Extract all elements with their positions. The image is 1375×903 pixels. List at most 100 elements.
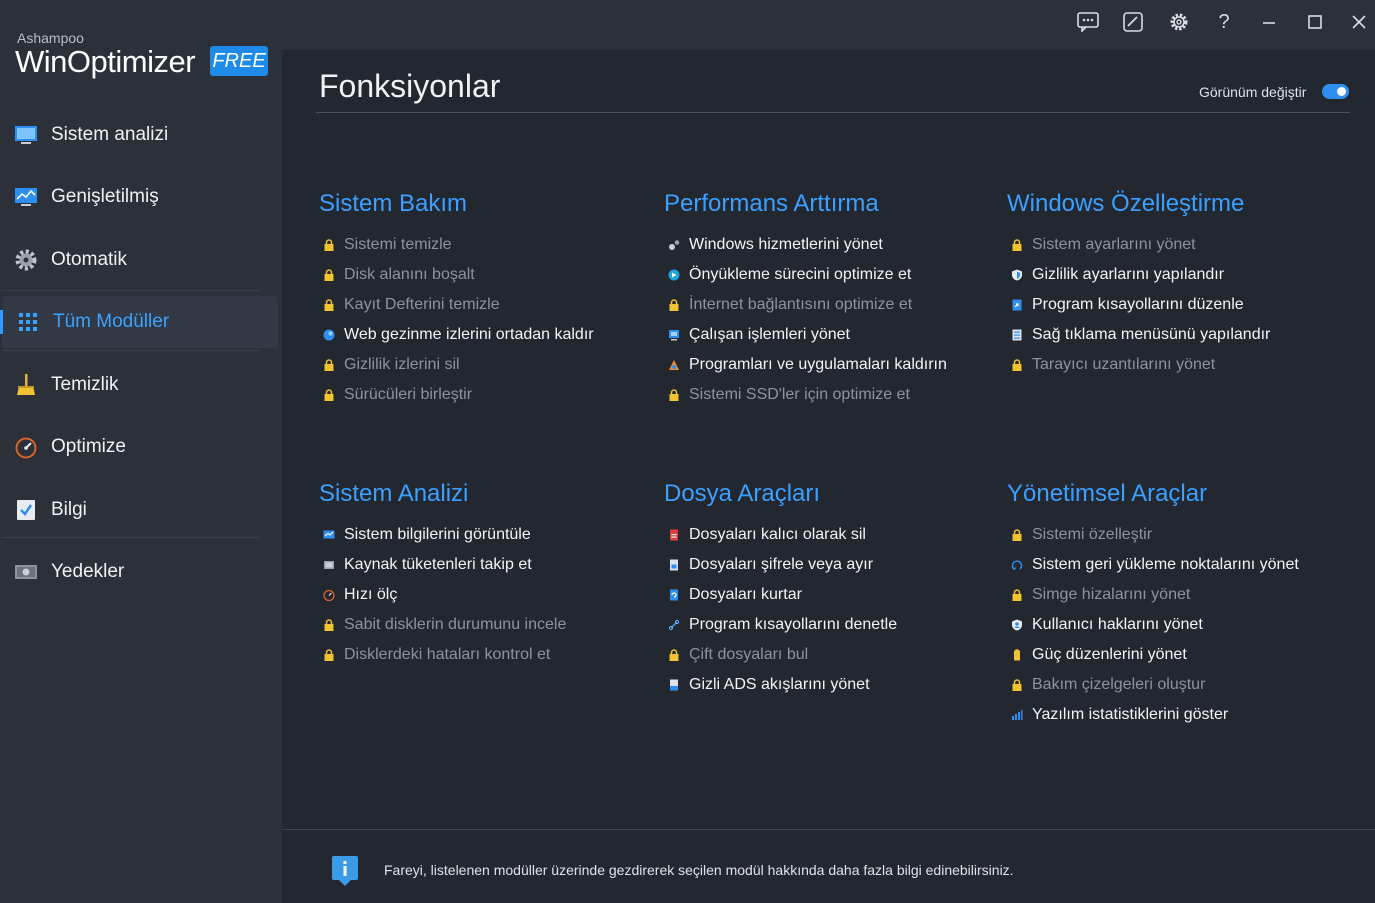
module-label: Sabit disklerin durumunu incele bbox=[344, 616, 567, 633]
footer-hint: Fareyi, listelenen modüller üzerinde gez… bbox=[384, 862, 1014, 878]
shield-icon bbox=[1012, 269, 1022, 281]
module-hizi-olc[interactable]: Hızı ölç bbox=[319, 580, 566, 610]
sidebar-item-sistem-analizi[interactable]: Sistem analizi bbox=[0, 109, 282, 161]
sidebar-item-temizlik[interactable]: Temizlik bbox=[0, 359, 282, 411]
module-label: Sürücüleri birleştir bbox=[344, 386, 473, 403]
module-list: Sistem bilgilerini görüntüle Kaynak tüket… bbox=[319, 520, 566, 670]
module-onyukleme-surecini-optimize-et[interactable]: Önyükleme sürecini optimize et bbox=[664, 260, 947, 290]
module-sag-tiklama-menusunu-yapilandir[interactable]: Sağ tıklama menüsünü yapılandır bbox=[1007, 320, 1270, 350]
module-web-gezinme-izlerini-ortadan-kaldir[interactable]: Web gezinme izlerini ortadan kaldır bbox=[319, 320, 594, 350]
boot-icon bbox=[668, 269, 680, 281]
module-sistem-bilgilerini-goruntule[interactable]: Sistem bilgilerini görüntüle bbox=[319, 520, 566, 550]
free-badge: FREE bbox=[210, 46, 268, 76]
minimize-button[interactable] bbox=[1254, 8, 1284, 36]
feedback-button[interactable] bbox=[1073, 8, 1103, 36]
module-calisan-islemleri-yonet[interactable]: Çalışan işlemleri yönet bbox=[664, 320, 947, 350]
module-yazilim-istatistiklerini-goster[interactable]: Yazılım istatistiklerini göster bbox=[1007, 700, 1299, 730]
module-label: Gizlilik ayarlarını yapılandır bbox=[1032, 266, 1225, 283]
feedback-icon bbox=[1077, 12, 1099, 32]
module-label: Çift dosyaları bul bbox=[689, 646, 809, 663]
help-button[interactable]: ? bbox=[1209, 8, 1239, 36]
module-cift-dosyalari-bul[interactable]: Çift dosyaları bul bbox=[664, 640, 897, 670]
chart-monitor-icon bbox=[15, 188, 37, 206]
stats-icon bbox=[1012, 710, 1023, 720]
lock-icon bbox=[1012, 589, 1022, 601]
module-list: Windows hizmetlerini yönet Önyükleme süre… bbox=[664, 230, 947, 410]
sidebar-item-tum-moduller[interactable]: Tüm Modüller bbox=[0, 296, 278, 348]
lock-icon bbox=[669, 389, 679, 401]
module-bakim-cizelgeleri-olustur[interactable]: Bakım çizelgeleri oluştur bbox=[1007, 670, 1299, 700]
edit-button[interactable] bbox=[1118, 8, 1148, 36]
maximize-button[interactable] bbox=[1300, 8, 1330, 36]
maximize-icon bbox=[1308, 15, 1322, 29]
category-title: Sistem Analizi bbox=[319, 480, 469, 507]
lock-icon bbox=[1012, 359, 1022, 371]
category-sistem-analizi: Sistem Analizi Sistem bilgilerini görünt… bbox=[319, 480, 566, 670]
sidebar: Ashampoo WinOptimizer FREE Sistem analiz… bbox=[0, 0, 282, 903]
module-kayit-defterini-temizle[interactable]: Kayıt Defterini temizle bbox=[319, 290, 594, 320]
lock-icon bbox=[324, 649, 334, 661]
module-guc-duzenlerini-yonet[interactable]: Güç düzenlerini yönet bbox=[1007, 640, 1299, 670]
module-dosyalari-sifrele-veya-ayir[interactable]: Dosyaları şifrele veya ayır bbox=[664, 550, 897, 580]
battery-icon bbox=[1014, 649, 1020, 661]
module-label: Disklerdeki hataları kontrol et bbox=[344, 646, 551, 663]
backup-drive-icon bbox=[15, 565, 37, 579]
module-sistem-ayarlarini-yonet[interactable]: Sistem ayarlarını yönet bbox=[1007, 230, 1270, 260]
module-tarayici-uzantilarini-yonet[interactable]: Tarayıcı uzantılarını yönet bbox=[1007, 350, 1270, 380]
sidebar-item-genisletilmis[interactable]: Genişletilmiş bbox=[0, 171, 282, 223]
module-disklerdeki-hatalari-kontrol-et[interactable]: Disklerdeki hataları kontrol et bbox=[319, 640, 566, 670]
module-simge-hizalarini-yonet[interactable]: Simge hizalarını yönet bbox=[1007, 580, 1299, 610]
module-sabit-disklerin-durumunu-incele[interactable]: Sabit disklerin durumunu incele bbox=[319, 610, 566, 640]
module-label: Gizli ADS akışlarını yönet bbox=[689, 676, 870, 693]
checklist-icon bbox=[17, 500, 35, 520]
module-sistem-geri-yukleme-noktalarini-yonet[interactable]: Sistem geri yükleme noktalarını yönet bbox=[1007, 550, 1299, 580]
sidebar-item-otomatik[interactable]: Otomatik bbox=[0, 234, 282, 286]
gears-icon bbox=[669, 240, 680, 250]
sidebar-item-yedekler[interactable]: Yedekler bbox=[0, 546, 282, 598]
module-kaynak-tuketenleri-takip-et[interactable]: Kaynak tüketenleri takip et bbox=[319, 550, 566, 580]
minimize-icon bbox=[1263, 22, 1275, 24]
sidebar-item-label: Otomatik bbox=[51, 249, 128, 270]
module-program-kisayollarini-duzenle[interactable]: Program kısayollarını düzenle bbox=[1007, 290, 1270, 320]
module-label: Dosyaları kurtar bbox=[689, 586, 802, 603]
module-gizlilik-izlerini-sil[interactable]: Gizlilik izlerini sil bbox=[319, 350, 594, 380]
close-button[interactable] bbox=[1344, 8, 1374, 36]
module-windows-hizmetlerini-yonet[interactable]: Windows hizmetlerini yönet bbox=[664, 230, 947, 260]
shortcut-icon bbox=[1012, 299, 1022, 311]
lock-icon bbox=[324, 239, 334, 251]
module-sistemi-ozellestir[interactable]: Sistemi özelleştir bbox=[1007, 520, 1299, 550]
settings-button[interactable] bbox=[1164, 8, 1194, 36]
module-dosyalari-kalici-olarak-sil[interactable]: Dosyaları kalıcı olarak sil bbox=[664, 520, 897, 550]
module-suruculeri-birlestir[interactable]: Sürücüleri birleştir bbox=[319, 380, 594, 410]
module-label: Hızı ölç bbox=[344, 586, 398, 603]
module-label: İnternet bağlantısını optimize et bbox=[689, 296, 913, 313]
sidebar-item-bilgi[interactable]: Bilgi bbox=[0, 484, 282, 536]
title-divider bbox=[316, 112, 1350, 113]
module-dosyalari-kurtar[interactable]: Dosyaları kurtar bbox=[664, 580, 897, 610]
module-programlari-ve-uygulamalari-kaldirin[interactable]: Programları ve uygulamaları kaldırın bbox=[664, 350, 947, 380]
module-program-kisayollarini-denetle[interactable]: Program kısayollarını denetle bbox=[664, 610, 897, 640]
sidebar-item-optimize[interactable]: Optimize bbox=[0, 421, 282, 473]
lock-icon bbox=[324, 619, 334, 631]
user-shield-icon bbox=[1012, 619, 1022, 631]
module-sistemi-ssd-ler-icin-optimize-et[interactable]: Sistemi SSD'ler için optimize et bbox=[664, 380, 947, 410]
module-disk-alanini-bosalt[interactable]: Disk alanını boşalt bbox=[319, 260, 594, 290]
module-label: Sistem geri yükleme noktalarını yönet bbox=[1032, 556, 1299, 573]
module-label: Windows hizmetlerini yönet bbox=[689, 236, 883, 253]
lock-icon bbox=[324, 389, 334, 401]
module-internet-baglantisini-optimize-et[interactable]: İnternet bağlantısını optimize et bbox=[664, 290, 947, 320]
module-gizli-ads-akislarini-yonet[interactable]: Gizli ADS akışlarını yönet bbox=[664, 670, 897, 700]
close-icon bbox=[1352, 15, 1366, 29]
sidebar-item-label: Temizlik bbox=[51, 374, 119, 395]
module-label: Dosyaları kalıcı olarak sil bbox=[689, 526, 866, 543]
module-label: Sağ tıklama menüsünü yapılandır bbox=[1032, 326, 1271, 343]
module-label: Kayıt Defterini temizle bbox=[344, 296, 500, 313]
module-sistemi-temizle[interactable]: Sistemi temizle bbox=[319, 230, 594, 260]
module-gizlilik-ayarlarini-yapilandir[interactable]: Gizlilik ayarlarını yapılandır bbox=[1007, 260, 1270, 290]
uninstall-icon bbox=[669, 360, 679, 370]
category-performans-arttirma: Performans Arttırma Windows hizmetlerini… bbox=[664, 190, 947, 410]
view-toggle[interactable] bbox=[1322, 84, 1349, 99]
link-icon bbox=[668, 619, 680, 631]
module-kullanici-haklarini-yonet[interactable]: Kullanıcı haklarını yönet bbox=[1007, 610, 1299, 640]
process-icon bbox=[669, 330, 679, 341]
